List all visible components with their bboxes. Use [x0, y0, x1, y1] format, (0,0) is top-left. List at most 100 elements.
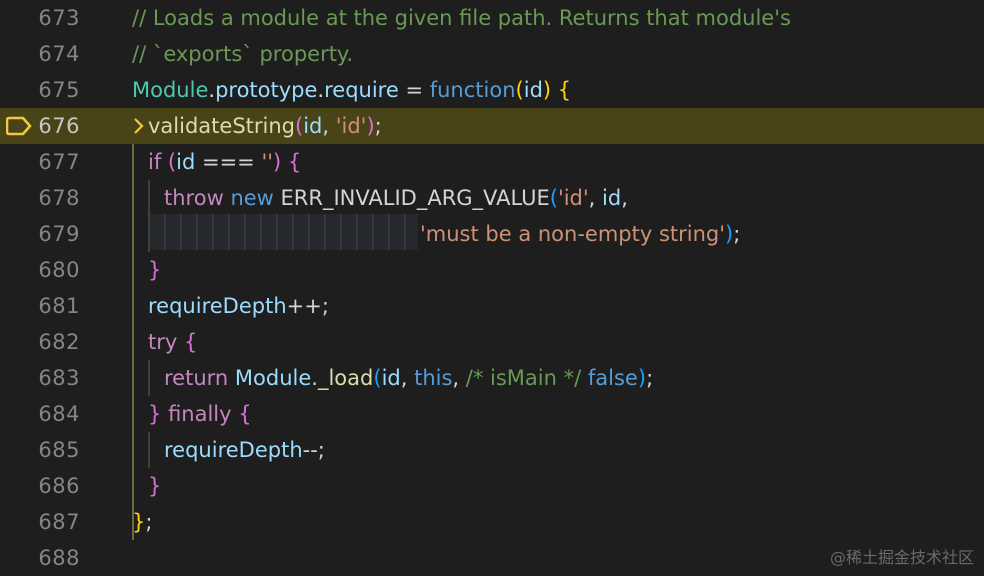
- line-content: } finally {: [148, 396, 252, 432]
- code-token: requireDepth: [148, 294, 287, 318]
- step-point-arrow-icon: [134, 118, 144, 134]
- code-line[interactable]: 674 // `exports` property.: [0, 36, 984, 72]
- code-token: ,: [621, 186, 628, 210]
- code-token: id: [176, 150, 196, 174]
- code-token: ): [725, 222, 734, 246]
- code-token: // `exports` property.: [132, 42, 354, 66]
- line-number[interactable]: 685: [0, 432, 80, 468]
- code-token: /* isMain */: [465, 366, 582, 390]
- line-content: try {: [148, 324, 197, 360]
- code-line[interactable]: 684 } finally {: [0, 396, 984, 432]
- code-token: function: [429, 78, 516, 102]
- code-token: prototype: [215, 78, 318, 102]
- code-token: ): [637, 366, 647, 390]
- code-token: 'id': [335, 114, 367, 138]
- line-number[interactable]: 683: [0, 360, 80, 396]
- code-token: (: [549, 186, 558, 210]
- line-number[interactable]: 688: [0, 540, 80, 576]
- code-token: id: [303, 114, 323, 138]
- line-number[interactable]: 677: [0, 144, 80, 180]
- code-token: id: [602, 186, 622, 210]
- code-line[interactable]: 683 return Module._load(id, this, /* isM…: [0, 360, 984, 396]
- code-editor[interactable]: 673 // Loads a module at the given file …: [0, 0, 984, 576]
- code-token: ): [272, 150, 282, 174]
- code-token: throw: [164, 186, 224, 210]
- code-token: {: [238, 402, 252, 426]
- line-number[interactable]: 680: [0, 252, 80, 288]
- code-token: // Loads a module at the given file path…: [132, 6, 791, 30]
- line-content: };: [132, 504, 152, 540]
- code-token: ===: [195, 150, 262, 174]
- code-token: 'must be a non-empty string': [420, 222, 726, 246]
- line-content: if (id === '') {: [148, 144, 301, 180]
- line-number[interactable]: 678: [0, 180, 80, 216]
- line-number[interactable]: 675: [0, 72, 80, 108]
- code-line[interactable]: 677 if (id === '') {: [0, 144, 984, 180]
- code-token: Module: [132, 78, 209, 102]
- line-number[interactable]: 684: [0, 396, 80, 432]
- code-token: ++;: [286, 294, 329, 318]
- code-token: ,: [322, 114, 336, 138]
- code-token: id: [523, 78, 543, 102]
- line-number[interactable]: 687: [0, 504, 80, 540]
- code-token: ): [366, 114, 375, 138]
- line-content: }: [148, 252, 161, 288]
- code-token: _load: [317, 366, 374, 390]
- code-line[interactable]: 681 requireDepth++;: [0, 288, 984, 324]
- code-token: try: [148, 330, 178, 354]
- code-token: Module: [234, 366, 312, 390]
- code-token: {: [183, 330, 198, 354]
- current-execution-line[interactable]: 676 validateString(id, 'id');: [0, 108, 984, 144]
- code-token: if: [148, 150, 162, 174]
- line-number[interactable]: 676: [0, 108, 80, 144]
- code-token: }: [148, 258, 162, 282]
- code-token: require: [324, 78, 399, 102]
- code-line[interactable]: 675 Module.prototype.require = function(…: [0, 72, 984, 108]
- line-content: // Loads a module at the given file path…: [132, 0, 791, 36]
- line-number[interactable]: 673: [0, 0, 80, 36]
- code-line[interactable]: 682 try {: [0, 324, 984, 360]
- code-line[interactable]: 687 };: [0, 504, 984, 540]
- code-token: ): [542, 78, 552, 102]
- code-token: this: [414, 366, 453, 390]
- code-token: id: [381, 366, 401, 390]
- code-token: ,: [588, 186, 603, 210]
- line-content: validateString(id, 'id');: [148, 108, 382, 144]
- line-number[interactable]: 682: [0, 324, 80, 360]
- line-content: Module.prototype.require = function(id) …: [132, 72, 571, 108]
- code-token: ;: [646, 366, 654, 390]
- line-number[interactable]: 681: [0, 288, 80, 324]
- code-line[interactable]: 679 'must be a non-empty string');: [0, 216, 984, 252]
- code-token: (: [515, 78, 524, 102]
- code-token: .: [311, 366, 318, 390]
- code-token: requireDepth: [164, 438, 303, 462]
- code-token: false: [587, 366, 638, 390]
- code-token: {: [287, 150, 302, 174]
- code-token: (: [373, 366, 382, 390]
- line-number[interactable]: 679: [0, 216, 80, 252]
- code-line[interactable]: 686 }: [0, 468, 984, 504]
- code-token: ERR_INVALID_ARG_VALUE: [273, 186, 550, 210]
- line-content: 'must be a non-empty string');: [420, 216, 740, 252]
- code-line[interactable]: 673 // Loads a module at the given file …: [0, 0, 984, 36]
- code-line[interactable]: 685 requireDepth--;: [0, 432, 984, 468]
- watermark: @稀土掘金技术社区: [829, 548, 974, 567]
- code-line[interactable]: 680 }: [0, 252, 984, 288]
- code-token: (: [295, 114, 304, 138]
- code-line[interactable]: 678 throw new ERR_INVALID_ARG_VALUE('id'…: [0, 180, 984, 216]
- code-token: ,: [452, 366, 466, 390]
- line-number[interactable]: 674: [0, 36, 80, 72]
- line-content: requireDepth++;: [148, 288, 329, 324]
- code-token: validateString: [148, 114, 295, 138]
- code-token: (: [167, 150, 177, 174]
- line-content: // `exports` property.: [132, 36, 353, 72]
- code-token: {: [557, 78, 572, 102]
- line-content: }: [148, 468, 161, 504]
- code-token: }: [148, 474, 162, 498]
- code-token: '': [261, 150, 273, 174]
- line-content: requireDepth--;: [164, 432, 325, 468]
- code-token: ;: [733, 222, 741, 246]
- line-number[interactable]: 686: [0, 468, 80, 504]
